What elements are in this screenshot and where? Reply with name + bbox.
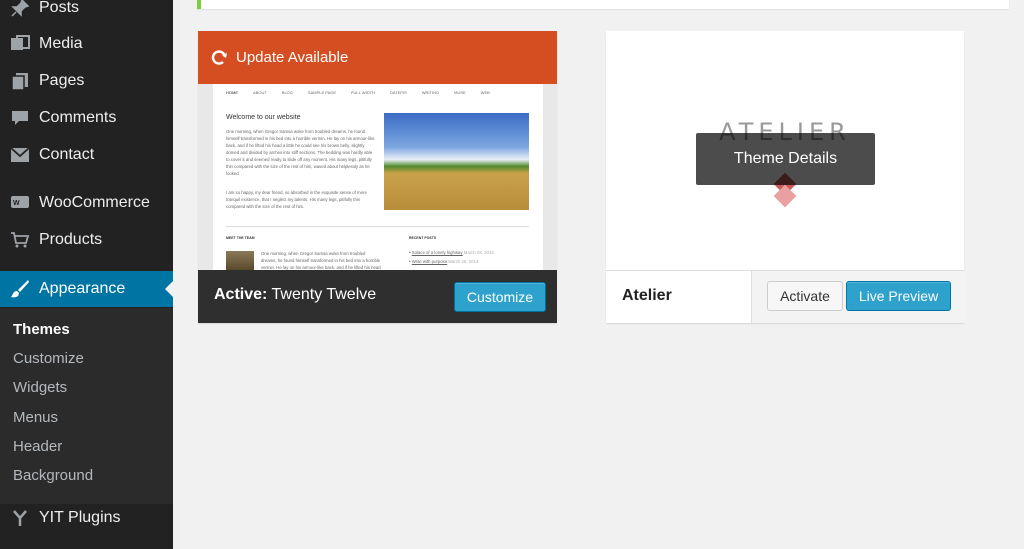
sidebar-item-label: Products (39, 231, 103, 248)
media-icon (10, 34, 30, 54)
preview-nav-item: DATEPIS (389, 90, 407, 95)
theme-name-bar: Atelier Activate Live Preview (606, 271, 965, 323)
admin-notice (197, 0, 1009, 9)
sidebar-item-woocommerce[interactable]: W WooCommerce (0, 185, 173, 221)
pin-icon (10, 0, 30, 18)
theme-name: Atelier (622, 287, 672, 304)
sidebar-item-products[interactable]: Products (0, 222, 173, 258)
preview-nav-item: SAMPLE PAGE (307, 90, 337, 95)
preview-divider (226, 226, 529, 227)
preview-photo (384, 113, 529, 210)
sidebar-item-label: Media (39, 35, 83, 52)
sidebar-item-label: Pages (39, 72, 85, 89)
svg-text:W: W (13, 200, 20, 207)
sidebar-item-label: Contact (39, 146, 95, 163)
submenu-widgets[interactable]: Widgets (13, 379, 67, 396)
preview-title: Welcome to our website (226, 114, 301, 121)
pages-icon (10, 71, 30, 91)
customize-button[interactable]: Customize (454, 282, 546, 312)
theme-screenshot[interactable]: HOME ABOUT BLOG SAMPLE PAGE FULL WIDTH D… (198, 31, 557, 270)
preview-team-text: One morning, when Gregor Samsa woke from… (261, 251, 381, 270)
preview-nav-item: BLOG (281, 90, 293, 95)
active-theme-name: Twenty Twelve (271, 286, 377, 303)
active-prefix: Active: (214, 286, 268, 303)
theme-card-atelier[interactable]: ATELIER Theme Details Atelier Activate L… (606, 31, 965, 323)
update-available-notice[interactable]: Update Available (198, 31, 557, 84)
sidebar-item-label: Appearance (39, 280, 126, 297)
cart-icon (10, 230, 30, 250)
theme-card-active[interactable]: HOME ABOUT BLOG SAMPLE PAGE FULL WIDTH D… (198, 31, 557, 323)
yit-icon (10, 508, 30, 528)
sidebar-item-label: Posts (39, 0, 80, 16)
preview-paragraph: I am so happy, my dear friend, so absorb… (226, 190, 367, 209)
preview-nav-item: MUSE (454, 90, 466, 95)
woocommerce-icon: W (10, 193, 30, 213)
comments-icon (10, 108, 30, 128)
submenu-background[interactable]: Background (13, 467, 93, 484)
activate-button[interactable]: Activate (767, 281, 843, 311)
preview-section-heading: MEET THE TEAM (226, 236, 255, 240)
sidebar-item-label: WooCommerce (39, 194, 150, 211)
preview-nav-item: WRITING (421, 90, 440, 95)
brush-icon (10, 279, 30, 299)
sidebar-item-label: YIT Plugins (39, 509, 121, 526)
theme-preview-site: HOME ABOUT BLOG SAMPLE PAGE FULL WIDTH D… (213, 84, 543, 270)
theme-screenshot[interactable]: ATELIER Theme Details (606, 31, 964, 271)
sidebar-item-label: Comments (39, 109, 117, 126)
admin-sidebar: Posts Media Pages Comments Contact W Woo… (0, 0, 173, 549)
theme-details-overlay[interactable]: Theme Details (696, 133, 875, 185)
preview-nav-item: HOME (226, 90, 238, 95)
preview-team-photo (226, 251, 254, 270)
preview-nav: HOME ABOUT BLOG SAMPLE PAGE FULL WIDTH D… (226, 90, 490, 95)
preview-nav-item: WEB (480, 90, 490, 95)
preview-paragraph: One morning, when Gregor Samsa woke from… (226, 129, 375, 176)
submenu-customize[interactable]: Customize (13, 350, 84, 367)
mail-icon (10, 145, 30, 165)
live-preview-button[interactable]: Live Preview (846, 281, 951, 311)
sidebar-item-posts[interactable]: Posts (0, 0, 173, 26)
preview-nav-item: FULL WIDTH (351, 90, 375, 95)
preview-recent-post: • Write with purpose March 28, 2013 (409, 259, 479, 264)
theme-name: Active: Twenty Twelve (214, 286, 376, 304)
preview-section-heading: RECENT POSTS (409, 236, 437, 240)
sidebar-item-pages[interactable]: Pages (0, 63, 173, 99)
refresh-icon (210, 49, 228, 67)
submenu-themes[interactable]: Themes (13, 321, 70, 338)
sidebar-item-appearance[interactable]: Appearance (0, 271, 173, 307)
submenu-header[interactable]: Header (13, 438, 62, 455)
theme-name-bar: Active: Twenty Twelve Customize (198, 270, 557, 323)
sidebar-item-yit-plugins[interactable]: YIT Plugins (0, 500, 173, 536)
sidebar-item-media[interactable]: Media (0, 26, 173, 62)
preview-recent-post: • Solace of a lonely highway March 28, 2… (409, 250, 494, 255)
update-available-label: Update Available (236, 49, 349, 66)
submenu-menus[interactable]: Menus (13, 409, 58, 426)
sidebar-item-contact[interactable]: Contact (0, 137, 173, 173)
appearance-submenu: Themes Customize Widgets Menus Header Ba… (0, 308, 173, 504)
sidebar-item-comments[interactable]: Comments (0, 100, 173, 136)
preview-nav-item: ABOUT (253, 90, 267, 95)
theme-actions: Activate Live Preview (751, 271, 965, 323)
